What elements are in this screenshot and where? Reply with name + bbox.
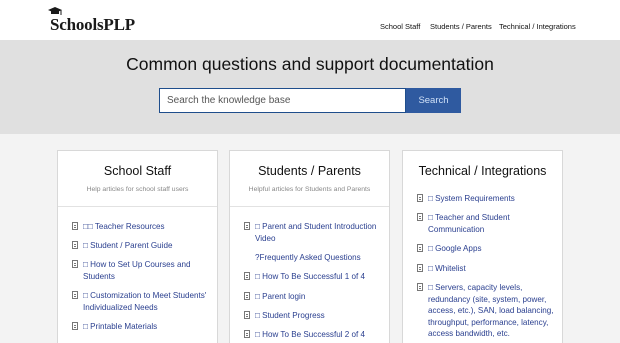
article-link[interactable]: □ How To Be Successful 1 of 4: [244, 271, 384, 283]
document-icon: [72, 322, 78, 330]
document-icon: [72, 241, 78, 249]
article-link[interactable]: □ Customization to Meet Students' Indivi…: [72, 290, 212, 313]
article-link[interactable]: □□ Teacher Resources: [72, 221, 212, 233]
card-title[interactable]: Technical / Integrations: [403, 164, 562, 178]
document-icon: [417, 194, 423, 202]
card-title[interactable]: Students / Parents: [230, 164, 389, 178]
document-icon: [417, 283, 423, 291]
schoolsplp-logo[interactable]: SchoolsPLP: [48, 7, 135, 35]
card-students-parents: Students / Parents Helpful articles for …: [229, 150, 390, 343]
graduation-cap-icon: [48, 7, 62, 15]
article-link[interactable]: □ Parent login: [244, 291, 384, 303]
nav-school-staff[interactable]: School Staff: [380, 22, 420, 31]
document-icon: [244, 222, 250, 230]
document-icon: [417, 244, 423, 252]
divider: [58, 206, 217, 207]
nav-students-parents[interactable]: Students / Parents: [430, 22, 492, 31]
document-icon: [417, 213, 423, 221]
divider: [230, 206, 389, 207]
document-icon: [244, 330, 250, 338]
search-button[interactable]: Search: [406, 88, 461, 113]
article-link[interactable]: □ Teacher and Student Communication: [417, 212, 557, 235]
search-input[interactable]: [159, 88, 406, 113]
document-icon: [417, 264, 423, 272]
card-technical-integrations: Technical / Integrations □ System Requir…: [402, 150, 563, 343]
article-link[interactable]: □ Servers, capacity levels, redundancy (…: [417, 282, 557, 340]
card-subtitle: Helpful articles for Students and Parent…: [248, 186, 371, 193]
top-bar: SchoolsPLP School Staff Students / Paren…: [0, 0, 620, 40]
article-link[interactable]: □ Printable Materials: [72, 321, 212, 333]
logo-text: SchoolsPLP: [50, 15, 135, 34]
hero-section: Common questions and support documentati…: [0, 40, 620, 134]
card-school-staff: School Staff Help articles for school st…: [57, 150, 218, 343]
article-link[interactable]: □ Google Apps: [417, 243, 557, 255]
card-subtitle: Help articles for school staff users: [86, 186, 189, 193]
article-link[interactable]: □ How To Be Successful 2 of 4: [244, 329, 384, 341]
document-icon: [72, 291, 78, 299]
document-icon: [244, 272, 250, 280]
article-link[interactable]: □ Whitelist: [417, 263, 557, 275]
article-link[interactable]: ?Frequently Asked Questions: [244, 252, 384, 264]
nav-technical-integrations[interactable]: Technical / Integrations: [499, 22, 576, 31]
document-icon: [72, 260, 78, 268]
card-title[interactable]: School Staff: [58, 164, 217, 178]
page-title: Common questions and support documentati…: [126, 54, 494, 74]
article-link[interactable]: □ Student Progress: [244, 310, 384, 322]
document-icon: [72, 222, 78, 230]
document-icon: [244, 311, 250, 319]
article-link[interactable]: □ How to Set Up Courses and Students: [72, 259, 212, 282]
article-link[interactable]: □ System Requirements: [417, 193, 557, 205]
article-link[interactable]: □ Student / Parent Guide: [72, 240, 212, 252]
document-icon: [244, 292, 250, 300]
article-link[interactable]: □ Parent and Student Introduction Video: [244, 221, 384, 244]
